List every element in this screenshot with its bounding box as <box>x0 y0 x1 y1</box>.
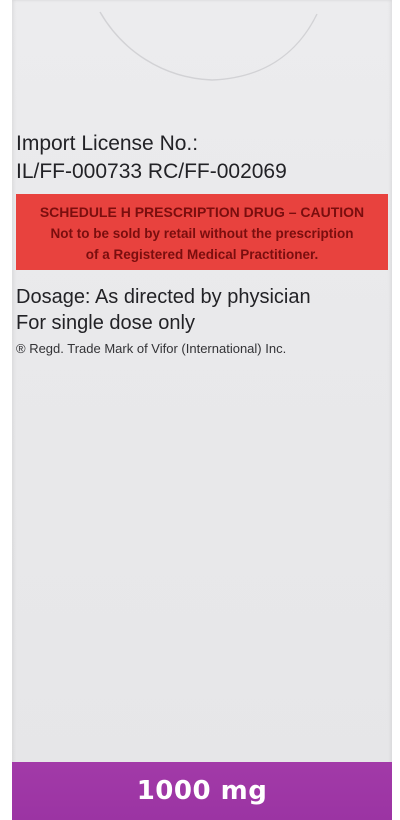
import-license-number: IL/FF-000733 RC/FF-002069 <box>16 160 287 183</box>
product-photo: Import License No.: IL/FF-000733 RC/FF-0… <box>0 0 400 820</box>
trademark-notice: ® Regd. Trade Mark of Vifor (Internation… <box>16 341 287 356</box>
warning-line-1: Not to be sold by retail without the pre… <box>50 226 354 241</box>
strength-band: 1000 mg <box>12 762 392 820</box>
single-dose-note: For single dose only <box>16 312 195 334</box>
dosage-instruction: Dosage: As directed by physician <box>16 286 311 308</box>
strength-label: 1000 mg <box>136 776 268 806</box>
tuck-flap-crease <box>99 11 318 81</box>
import-license-label: Import License No.: <box>16 132 199 155</box>
schedule-h-warning-box: SCHEDULE H PRESCRIPTION DRUG – CAUTION N… <box>16 194 388 270</box>
carton-side-panel: Import License No.: IL/FF-000733 RC/FF-0… <box>12 0 392 820</box>
warning-title: SCHEDULE H PRESCRIPTION DRUG – CAUTION <box>39 204 365 220</box>
warning-line-2: of a Registered Medical Practitioner. <box>85 247 319 262</box>
